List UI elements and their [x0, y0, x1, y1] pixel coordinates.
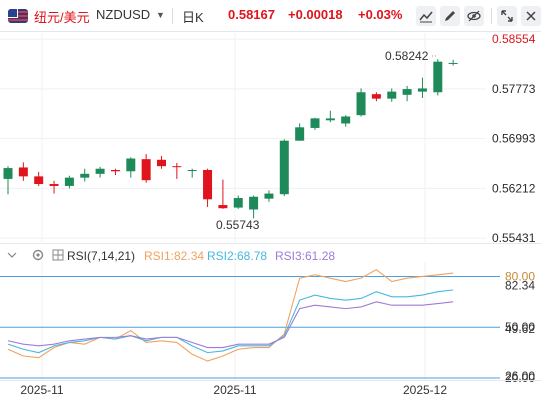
date-tick-label: 2025-11 [20, 383, 63, 397]
candle[interactable] [325, 110, 335, 123]
high-price-label: 0.58242 [385, 49, 429, 63]
candle-body [356, 92, 366, 116]
candle[interactable] [433, 59, 443, 96]
candle[interactable] [141, 154, 151, 183]
candle[interactable] [371, 92, 381, 102]
candle[interactable] [448, 59, 458, 66]
candle[interactable] [95, 166, 105, 178]
candle[interactable] [3, 166, 13, 195]
candle-body [448, 62, 458, 64]
candle[interactable] [126, 157, 136, 178]
price-tick-label: 0.58554 [492, 32, 536, 46]
rsi1-legend: RSI1:82.34 [144, 249, 204, 263]
candle[interactable] [356, 88, 366, 117]
candle-body [310, 118, 320, 128]
rsi1-line [7, 269, 454, 362]
candle-body [141, 159, 151, 181]
candle[interactable] [49, 180, 59, 194]
candle-body [387, 91, 397, 99]
candle-body [18, 167, 28, 177]
candle-body [34, 176, 44, 185]
rsi3-legend: RSI3:61.28 [275, 249, 335, 263]
candle-body [233, 198, 243, 208]
candle[interactable] [187, 168, 197, 178]
candle-body [218, 205, 228, 209]
candle[interactable] [417, 77, 427, 98]
candle-body [417, 88, 427, 92]
candle-body [157, 159, 166, 167]
candle-body [341, 116, 351, 124]
candle[interactable] [64, 175, 74, 189]
rsi-tick-label: 50.00 [505, 320, 535, 334]
rsi-tick-label: 20.00 [505, 371, 535, 385]
candle-body [295, 127, 305, 141]
rsi-settings-icon[interactable] [32, 249, 44, 261]
candle-body [325, 118, 335, 121]
candle[interactable] [157, 155, 166, 169]
candle-body [264, 193, 274, 199]
candle-body [126, 158, 136, 172]
chart-area[interactable]: 0.585540.577730.569930.562120.55431 0.58… [0, 0, 541, 401]
rsi-indicator-icon [52, 249, 64, 261]
candle[interactable] [310, 117, 320, 130]
candle[interactable] [18, 162, 28, 181]
candle-body [110, 169, 120, 172]
candle[interactable] [387, 88, 397, 102]
candle[interactable] [249, 195, 259, 219]
candle-body [402, 89, 412, 95]
candle-body [187, 169, 197, 171]
rsi2-legend: RSI2:68.78 [207, 249, 267, 263]
rsi-collapse-icon[interactable] [7, 252, 17, 258]
candle-body [80, 173, 90, 178]
low-price-label: 0.55743 [216, 218, 260, 232]
price-tick-label: 0.56212 [492, 181, 536, 195]
candle[interactable] [264, 190, 274, 202]
candle[interactable] [279, 139, 289, 197]
candle[interactable] [110, 168, 120, 176]
candle-body [279, 140, 289, 195]
candle[interactable] [203, 168, 213, 207]
candle[interactable] [80, 168, 90, 182]
rsi3-line [7, 301, 454, 349]
candle[interactable] [341, 115, 351, 127]
candle-body [49, 184, 59, 186]
candle-body [203, 169, 213, 200]
rsi-tick-label: 82.34 [505, 278, 535, 292]
candle[interactable] [402, 85, 412, 102]
candle[interactable] [218, 179, 228, 209]
candle-body [249, 196, 259, 210]
rsi-indicator-label: RSI(7,14,21) [67, 249, 135, 263]
candle-body [172, 166, 182, 168]
date-tick-label: 2025-12 [403, 383, 447, 397]
candle-body [95, 168, 105, 174]
candle-body [3, 168, 13, 179]
candle[interactable] [295, 123, 305, 141]
date-tick-label: 2025-11 [213, 383, 256, 397]
candle[interactable] [172, 162, 182, 179]
price-tick-label: 0.56993 [492, 132, 536, 146]
candle-body [64, 177, 74, 186]
price-tick-label: 0.57773 [492, 82, 536, 96]
candle-body [433, 61, 443, 93]
candle-body [371, 94, 381, 99]
